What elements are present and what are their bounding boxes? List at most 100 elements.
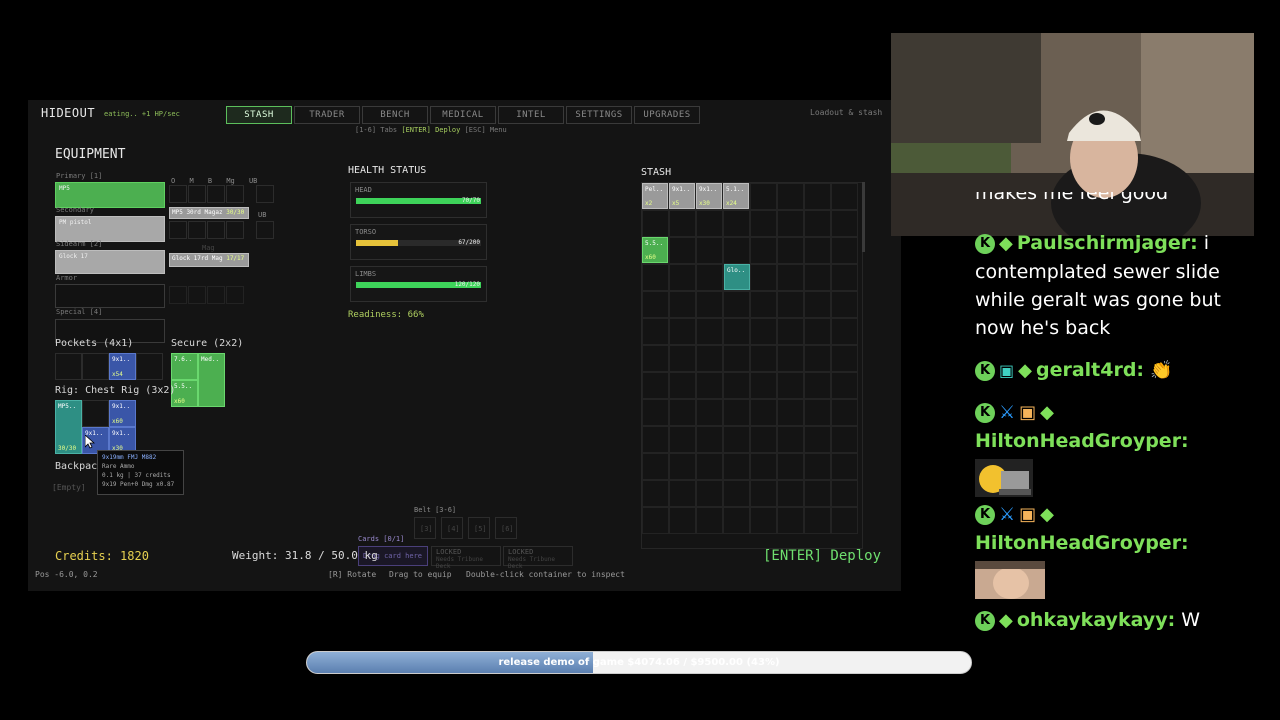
stash-cell[interactable] [642,426,669,453]
stash-cell[interactable] [831,210,858,237]
secure-item[interactable]: 7.6.. [171,353,198,380]
stash-cell[interactable] [750,372,777,399]
stash-cell[interactable] [696,291,723,318]
stash-cell[interactable] [804,372,831,399]
tab-medical[interactable]: MEDICAL [430,106,496,124]
stash-cell[interactable] [777,480,804,507]
rig-slot[interactable] [82,400,109,427]
stash-cell[interactable] [696,507,723,534]
belt-slot[interactable]: [4] [441,517,463,539]
stash-cell[interactable] [669,237,696,264]
stash-cell[interactable] [723,399,750,426]
attachment-slot[interactable] [207,185,225,203]
stash-cell[interactable] [777,183,804,210]
stash-cell[interactable] [669,210,696,237]
stash-cell[interactable] [750,237,777,264]
stash-cell[interactable] [723,210,750,237]
stash-cell[interactable] [777,426,804,453]
stash-cell[interactable] [669,345,696,372]
stash-cell[interactable] [750,318,777,345]
stash-cell[interactable] [831,318,858,345]
stash-cell[interactable] [831,264,858,291]
stash-cell[interactable] [669,480,696,507]
rig-item[interactable]: MP5.. 30/30 [55,400,82,454]
primary-weapon-slot[interactable]: MP5 [55,182,165,208]
stash-cell[interactable] [750,426,777,453]
sidearm-magazine-item[interactable]: Glock 17rd Mag 17/17 [169,253,249,267]
stash-cell[interactable] [804,183,831,210]
stash-scrollbar[interactable] [862,182,865,252]
stash-cell[interactable] [723,453,750,480]
stash-cell[interactable] [750,210,777,237]
stash-cell[interactable] [696,237,723,264]
stash-cell[interactable] [669,507,696,534]
stash-cell[interactable] [642,291,669,318]
stash-cell[interactable] [831,426,858,453]
stash-grid[interactable] [641,182,863,549]
stash-cell[interactable] [723,291,750,318]
pocket-slot[interactable] [55,353,82,380]
stash-cell[interactable] [723,507,750,534]
stash-cell[interactable] [831,399,858,426]
stash-cell[interactable] [804,399,831,426]
stash-cell[interactable] [642,372,669,399]
stash-cell[interactable] [831,507,858,534]
stash-cell[interactable] [669,318,696,345]
pocket-slot[interactable] [136,353,163,380]
stash-cell[interactable] [831,237,858,264]
stash-cell[interactable] [669,372,696,399]
stash-cell[interactable] [804,480,831,507]
belt-slot[interactable]: [5] [468,517,490,539]
stash-cell[interactable] [642,345,669,372]
tab-stash[interactable]: STASH [226,106,292,124]
deploy-button[interactable]: [ENTER] Deploy [763,548,881,564]
tab-trader[interactable]: TRADER [294,106,360,124]
stash-cell[interactable] [723,426,750,453]
stash-cell[interactable] [750,507,777,534]
stash-cell[interactable] [642,399,669,426]
stash-item[interactable]: 5.1.. x24 [723,183,749,209]
stash-cell[interactable] [804,345,831,372]
chat-username[interactable]: HiltonHeadGroyper: [975,532,1189,554]
stash-cell[interactable] [804,237,831,264]
stash-cell[interactable] [777,453,804,480]
stash-cell[interactable] [831,183,858,210]
stash-cell[interactable] [669,399,696,426]
stash-cell[interactable] [642,210,669,237]
stash-cell[interactable] [696,318,723,345]
stash-cell[interactable] [696,426,723,453]
stash-item[interactable]: 9x1.. x5 [669,183,695,209]
stash-item[interactable]: Glo.. [724,264,750,290]
stash-cell[interactable] [696,264,723,291]
stash-cell[interactable] [669,291,696,318]
stash-cell[interactable] [804,264,831,291]
attachment-slot[interactable] [169,221,187,239]
stash-cell[interactable] [723,318,750,345]
attachment-slot[interactable] [226,185,244,203]
stash-cell[interactable] [696,453,723,480]
stash-cell[interactable] [777,345,804,372]
stash-cell[interactable] [696,372,723,399]
secure-item[interactable]: Med.. [198,353,225,407]
stash-cell[interactable] [696,480,723,507]
stash-item[interactable]: Pel.. x2 [642,183,668,209]
rig-item[interactable]: 9x1.. x60 [109,400,136,427]
stash-cell[interactable] [696,210,723,237]
stash-cell[interactable] [831,453,858,480]
stash-cell[interactable] [642,264,669,291]
belt-slot[interactable]: [3] [414,517,436,539]
stash-cell[interactable] [723,237,750,264]
stash-cell[interactable] [804,291,831,318]
stash-cell[interactable] [750,183,777,210]
tab-intel[interactable]: INTEL [498,106,564,124]
secondary-weapon-slot[interactable]: PM pistol [55,216,165,242]
stash-cell[interactable] [723,345,750,372]
attachment-slot[interactable] [188,221,206,239]
stash-cell[interactable] [723,480,750,507]
chat-username[interactable]: ohkaykaykayy: [1017,609,1175,631]
stash-cell[interactable] [750,264,777,291]
chat-username[interactable]: HiltonHeadGroyper: [975,430,1189,452]
stash-cell[interactable] [804,453,831,480]
tab-upgrades[interactable]: UPGRADES [634,106,700,124]
stash-cell[interactable] [669,426,696,453]
